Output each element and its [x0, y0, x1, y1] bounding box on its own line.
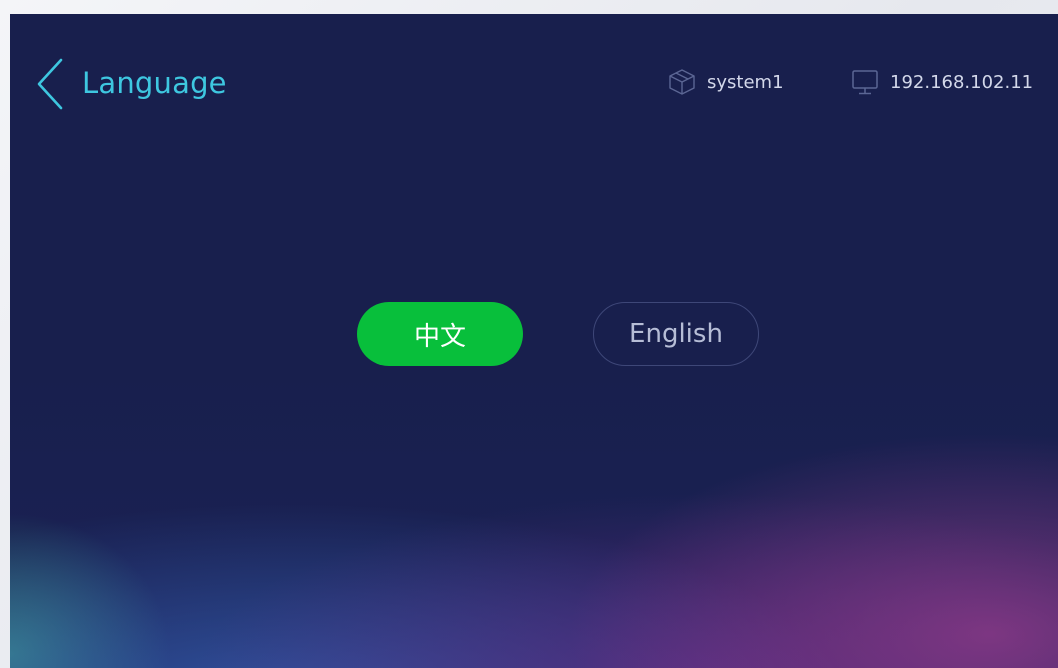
ip-status: 192.168.102.11 — [850, 66, 1033, 98]
system-name: system1 — [707, 71, 784, 93]
monitor-icon — [852, 70, 878, 95]
language-english-button[interactable]: English — [593, 302, 759, 366]
language-chinese-button[interactable]: 中文 — [357, 302, 523, 366]
page-title: Language — [82, 66, 227, 100]
ip-address: 192.168.102.11 — [890, 71, 1034, 93]
cube-icon — [669, 69, 695, 95]
back-chevron-left-icon[interactable] — [36, 58, 66, 110]
system-status: system1 — [667, 66, 784, 98]
language-settings-screen: Language system1 192.168.102.11 中文 Engli… — [10, 14, 1058, 668]
